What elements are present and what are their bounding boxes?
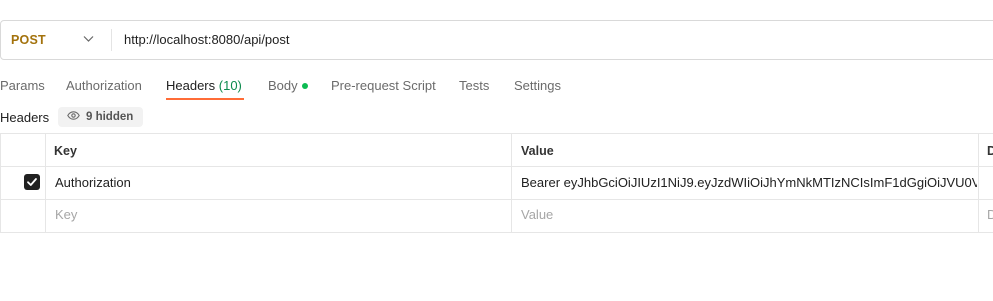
tab-headers[interactable]: Headers (10) — [166, 77, 242, 95]
request-url-bar: POST http://localhost:8080/api/post — [0, 20, 993, 60]
tab-body[interactable]: Body — [268, 77, 308, 95]
url-divider — [111, 29, 112, 51]
method-select[interactable]: POST — [11, 21, 46, 59]
headers-section-title: Headers — [0, 110, 50, 125]
tab-body-label: Body — [268, 78, 298, 93]
column-header-value: Value — [521, 144, 554, 158]
table-border — [0, 232, 993, 233]
table-border — [0, 133, 993, 134]
table-border — [45, 133, 46, 233]
new-header-key-input[interactable]: Key — [55, 207, 77, 223]
tab-tests[interactable]: Tests — [459, 77, 489, 95]
column-header-description: D — [987, 144, 993, 158]
tab-headers-count: (10) — [218, 78, 242, 93]
table-border — [0, 199, 993, 200]
eye-icon — [67, 111, 80, 121]
hidden-headers-toggle[interactable]: 9 hidden — [58, 107, 144, 127]
header-enabled-checkbox[interactable] — [24, 174, 40, 190]
header-key-cell[interactable]: Authorization — [55, 175, 131, 191]
tab-settings[interactable]: Settings — [514, 77, 561, 95]
table-border — [0, 133, 1, 233]
checkmark-icon — [27, 178, 37, 186]
column-header-key: Key — [54, 144, 77, 158]
new-header-value-input[interactable]: Value — [521, 207, 553, 223]
tab-params[interactable]: Params — [0, 77, 45, 95]
table-border — [0, 166, 993, 167]
tab-headers-label: Headers — [166, 78, 216, 93]
headers-table: Key Value D Authorization Bearer eyJhbGc… — [0, 133, 993, 233]
active-tab-indicator — [166, 98, 244, 100]
new-header-description-input[interactable]: D — [987, 207, 993, 223]
header-value-cell[interactable]: Bearer eyJhbGciOiJIUzI1NiJ9.eyJzdWIiOiJh… — [521, 175, 977, 191]
tab-pre-request-script[interactable]: Pre-request Script — [331, 77, 436, 95]
tab-authorization[interactable]: Authorization — [66, 77, 142, 95]
url-input[interactable]: http://localhost:8080/api/post — [124, 21, 290, 59]
table-border — [978, 133, 979, 233]
hidden-headers-count: 9 hidden — [86, 111, 134, 123]
table-border — [511, 133, 512, 233]
chevron-down-icon[interactable] — [83, 35, 94, 43]
body-indicator-dot — [301, 82, 308, 89]
